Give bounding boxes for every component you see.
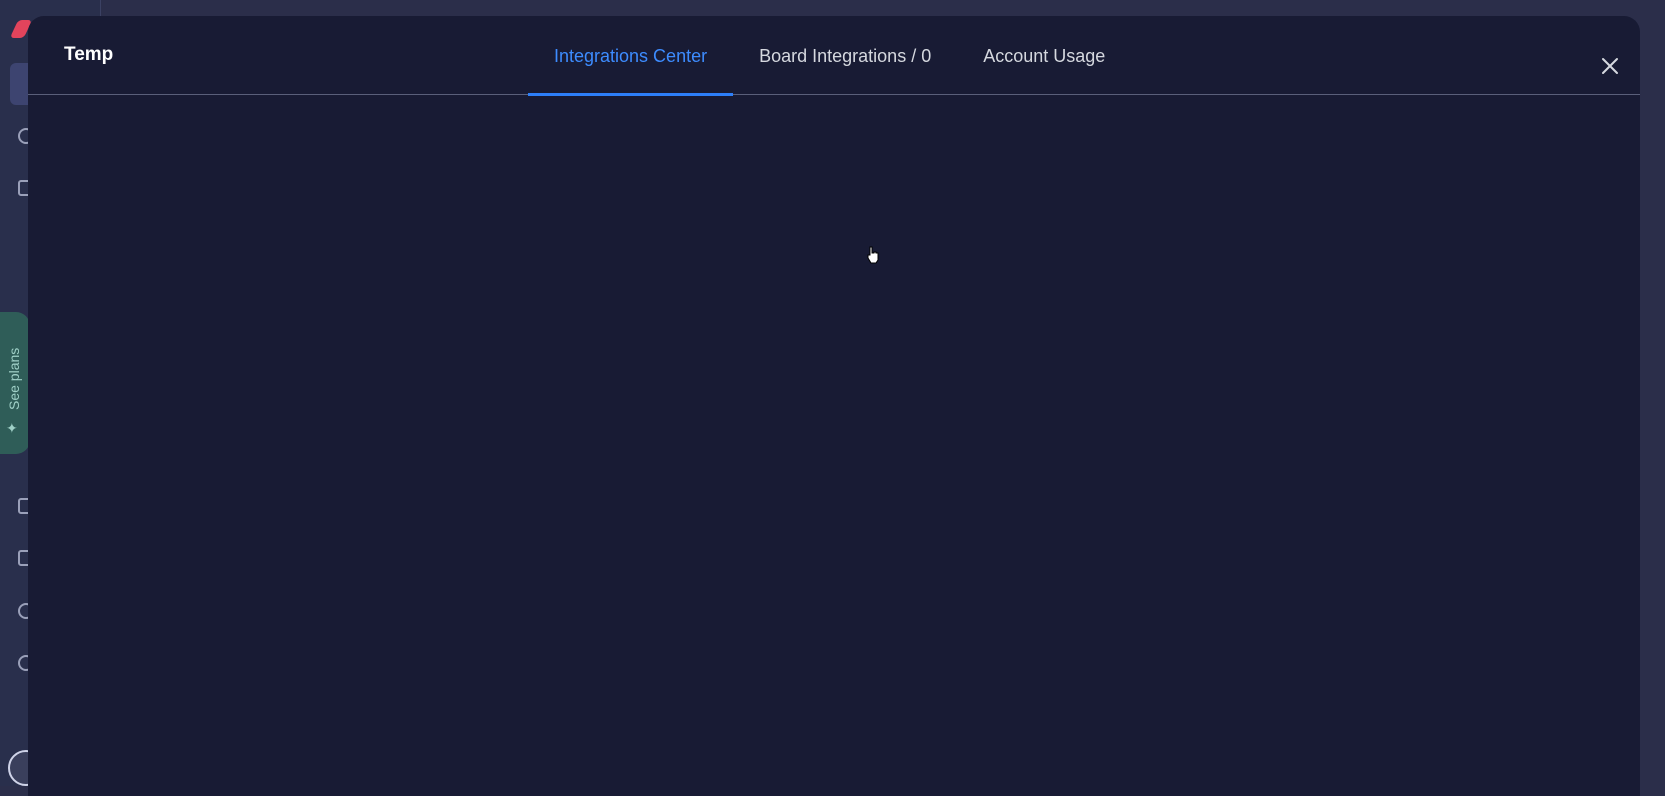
tab-bar: Integrations Center Board Integrations /… xyxy=(528,16,1131,96)
tab-integrations-center[interactable]: Integrations Center xyxy=(528,16,734,96)
modal-title: Temp xyxy=(64,44,114,65)
tab-account-usage[interactable]: Account Usage xyxy=(957,16,1131,95)
close-icon xyxy=(1602,58,1618,74)
tab-board-integrations[interactable]: Board Integrations / 0 xyxy=(733,16,957,95)
integrations-modal: Temp Integrations Center Board Integrati… xyxy=(28,16,1640,796)
see-plans-label: See plans xyxy=(6,347,22,410)
pointer-cursor-icon xyxy=(867,246,879,264)
modal-body xyxy=(28,95,1640,795)
close-button[interactable] xyxy=(1600,56,1622,78)
sparkle-icon: ✦ xyxy=(6,420,18,436)
modal-header: Temp Integrations Center Board Integrati… xyxy=(28,16,1640,96)
